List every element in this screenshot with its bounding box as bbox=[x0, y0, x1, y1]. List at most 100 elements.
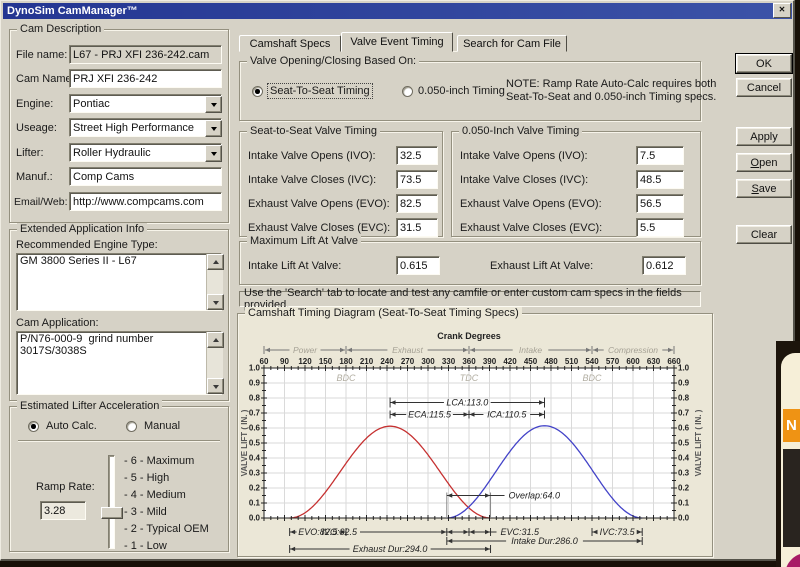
svg-text:Crank Degrees: Crank Degrees bbox=[437, 331, 501, 341]
scroll-down-icon[interactable] bbox=[207, 294, 224, 310]
product-box-image: N bbox=[781, 353, 800, 567]
manual-radio[interactable] bbox=[126, 421, 137, 432]
product-box-circle bbox=[785, 553, 800, 567]
svg-text:510: 510 bbox=[565, 357, 579, 366]
svg-text:630: 630 bbox=[647, 357, 661, 366]
recommended-engine-type-textarea[interactable]: GM 3800 Series II - L67 bbox=[16, 253, 222, 311]
ramp-rate-slider-thumb[interactable] bbox=[101, 507, 123, 519]
svg-text:0.8: 0.8 bbox=[678, 394, 690, 403]
scroll-up-icon[interactable] bbox=[207, 254, 224, 270]
cam-name-field[interactable] bbox=[69, 69, 222, 88]
seat-ivo-field[interactable] bbox=[396, 146, 438, 165]
svg-text:0.1: 0.1 bbox=[678, 499, 690, 508]
usage-select[interactable] bbox=[69, 118, 222, 137]
cam-application-scrollbar[interactable] bbox=[206, 332, 223, 394]
slider-scale-3: - 3 - Mild bbox=[124, 506, 167, 518]
valve-basis-group: Valve Opening/Closing Based On: Seat-To-… bbox=[239, 61, 701, 121]
usage-dropdown-button[interactable] bbox=[205, 120, 222, 137]
svg-text:0.0: 0.0 bbox=[678, 514, 690, 523]
svg-text:570: 570 bbox=[606, 357, 620, 366]
svg-text:1.0: 1.0 bbox=[678, 364, 690, 373]
engine-dropdown-button[interactable] bbox=[205, 96, 222, 113]
seat-to-seat-radio[interactable] bbox=[252, 86, 263, 97]
svg-text:Compression: Compression bbox=[608, 345, 658, 355]
svg-text:330: 330 bbox=[442, 357, 456, 366]
scroll-down-icon[interactable] bbox=[207, 378, 224, 394]
file-name-field[interactable] bbox=[69, 45, 222, 64]
tab-valve-event-timing[interactable]: Valve Event Timing bbox=[341, 32, 453, 52]
chevron-down-icon bbox=[211, 103, 217, 110]
intake-lift-field[interactable] bbox=[396, 256, 440, 275]
file-name-label: File name: bbox=[16, 49, 67, 61]
inch-ivc-label: Intake Valve Closes (IVC): bbox=[460, 174, 588, 186]
auto-calc-radio[interactable] bbox=[28, 421, 39, 432]
tab-search-for-cam-file[interactable]: Search for Cam File bbox=[457, 35, 567, 52]
inch-ivo-label: Intake Valve Opens (IVO): bbox=[460, 150, 588, 162]
svg-text:90: 90 bbox=[280, 357, 289, 366]
svg-text:0.2: 0.2 bbox=[678, 484, 690, 493]
svg-text:210: 210 bbox=[360, 357, 374, 366]
seat-evc-field[interactable] bbox=[396, 218, 438, 237]
ramp-rate-slider-track[interactable] bbox=[108, 455, 115, 549]
svg-text:0.7: 0.7 bbox=[678, 409, 690, 418]
scroll-up-icon[interactable] bbox=[207, 332, 224, 348]
close-button[interactable]: ✕ bbox=[773, 3, 791, 18]
svg-text:0.3: 0.3 bbox=[678, 469, 690, 478]
svg-text:0.5: 0.5 bbox=[249, 439, 261, 448]
save-button[interactable]: Save bbox=[736, 179, 792, 198]
apply-button[interactable]: Apply bbox=[736, 127, 792, 146]
product-box-band: N bbox=[783, 409, 800, 442]
clear-button[interactable]: Clear bbox=[736, 225, 792, 244]
ok-button[interactable]: OK bbox=[736, 54, 792, 73]
svg-text:0.4: 0.4 bbox=[249, 454, 261, 463]
engine-select[interactable] bbox=[69, 94, 222, 113]
lifter-select[interactable] bbox=[69, 143, 222, 162]
cam-application-textarea[interactable]: P/N76-000-9 grind number 3017S/3038S bbox=[16, 331, 222, 395]
svg-text:300: 300 bbox=[421, 357, 435, 366]
product-box-letter: N bbox=[786, 417, 797, 434]
svg-text:Power: Power bbox=[293, 345, 318, 355]
inch-timing-radio[interactable] bbox=[402, 86, 413, 97]
divider bbox=[18, 440, 220, 442]
cancel-button[interactable]: Cancel bbox=[736, 78, 792, 97]
close-icon: ✕ bbox=[779, 6, 786, 14]
svg-text:BDC: BDC bbox=[582, 373, 602, 383]
seat-evc-label: Exhaust Valve Closes (EVC): bbox=[248, 222, 390, 234]
dynosim-cammanager-dialog: DynoSim CamManager™ ✕ Cam Description Fi… bbox=[0, 0, 795, 561]
svg-text:ICA:110.5: ICA:110.5 bbox=[487, 410, 527, 420]
inch-evc-label: Exhaust Valve Closes (EVC): bbox=[460, 222, 602, 234]
manuf-field[interactable] bbox=[69, 167, 222, 186]
svg-text:TDC: TDC bbox=[460, 373, 479, 383]
inch-evo-field[interactable] bbox=[636, 194, 684, 213]
exhaust-lift-field[interactable] bbox=[642, 256, 686, 275]
auto-calc-label[interactable]: Auto Calc. bbox=[46, 420, 97, 432]
svg-text:LCA:113.0: LCA:113.0 bbox=[446, 398, 488, 408]
seat-evo-field[interactable] bbox=[396, 194, 438, 213]
svg-text:Intake: Intake bbox=[519, 345, 542, 355]
lifter-dropdown-button[interactable] bbox=[205, 145, 222, 162]
inch-timing-label[interactable]: 0.050-inch Timing bbox=[418, 85, 505, 97]
open-button[interactable]: Open bbox=[736, 153, 792, 172]
inch-ivc-field[interactable] bbox=[636, 170, 684, 189]
inch-evc-field[interactable] bbox=[636, 218, 684, 237]
svg-text:0.0: 0.0 bbox=[249, 514, 261, 523]
chevron-down-icon bbox=[211, 127, 217, 134]
svg-text:IVC:73.5: IVC:73.5 bbox=[600, 527, 636, 537]
manual-label[interactable]: Manual bbox=[144, 420, 180, 432]
seat-ivc-field[interactable] bbox=[396, 170, 438, 189]
email-web-field[interactable] bbox=[69, 192, 222, 211]
search-note-bar: Use the 'Search' tab to locate and test … bbox=[239, 291, 701, 307]
max-lift-title: Maximum Lift At Valve bbox=[247, 235, 361, 247]
engine-type-scrollbar[interactable] bbox=[206, 254, 223, 310]
timing-diagram-chart: 6090120150180210240270300330360390420450… bbox=[240, 324, 710, 554]
slider-scale-5: - 5 - High bbox=[124, 472, 169, 484]
svg-text:600: 600 bbox=[626, 357, 640, 366]
svg-text:VALVE LIFT ( IN. ): VALVE LIFT ( IN. ) bbox=[240, 409, 249, 476]
timing-diagram-group: Camshaft Timing Diagram (Seat-To-Seat Ti… bbox=[237, 313, 713, 557]
seat-to-seat-label[interactable]: Seat-To-Seat Timing bbox=[268, 84, 372, 98]
lifter-label: Lifter: bbox=[16, 147, 44, 159]
titlebar[interactable]: DynoSim CamManager™ bbox=[3, 3, 792, 19]
tab-camshaft-specs[interactable]: Camshaft Specs bbox=[239, 35, 341, 52]
max-lift-group: Maximum Lift At Valve Intake Lift At Val… bbox=[239, 241, 701, 285]
inch-ivo-field[interactable] bbox=[636, 146, 684, 165]
